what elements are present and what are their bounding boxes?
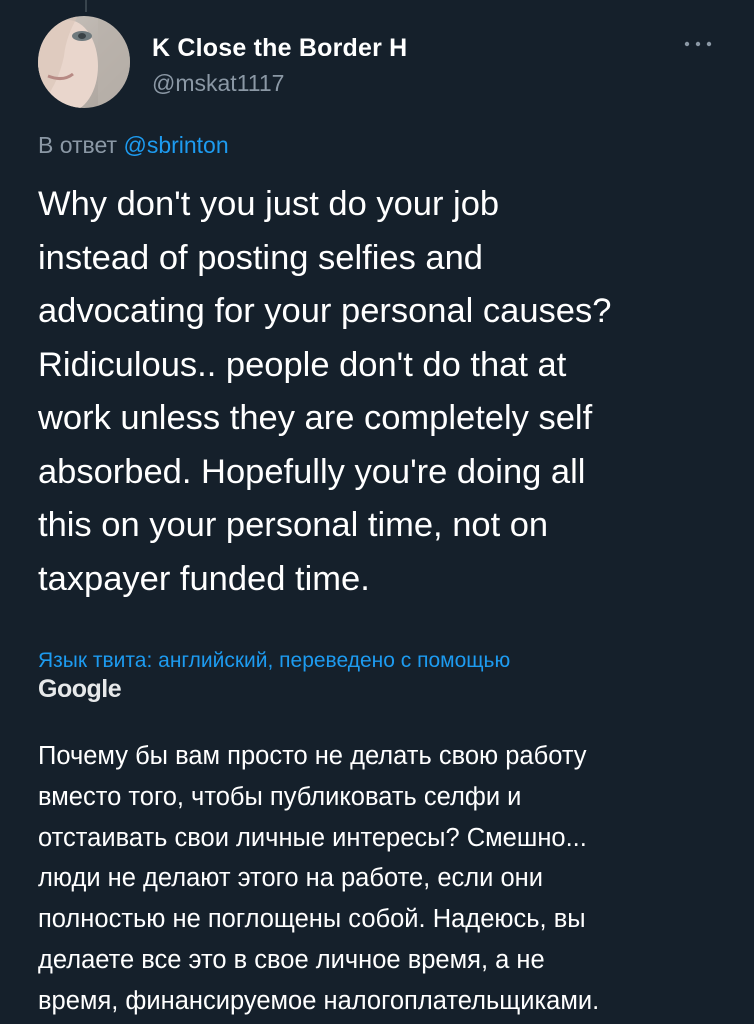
reply-context: В ответ @sbrinton <box>38 132 229 159</box>
author-display-name[interactable]: K Close the Border H <box>152 34 407 63</box>
tweet-text-line: this on your personal time, not on <box>38 506 549 544</box>
google-logo: Google <box>38 675 122 703</box>
translation-source-link[interactable]: Язык твита: английский, переведено с пом… <box>38 649 510 673</box>
tweet-text-line: Ridiculous.. people don't do that at <box>38 345 567 384</box>
tweet-text-line: advocating for your personal causes? <box>38 292 612 330</box>
ellipsis-icon[interactable] <box>680 32 716 56</box>
translated-text-line: вместо того, чтобы публиковать селфи и <box>38 782 522 811</box>
reply-prefix: В ответ <box>38 132 124 158</box>
author-handle[interactable]: @mskat1117 <box>152 70 284 97</box>
tweet-text-line: instead of posting selfies and <box>38 238 483 277</box>
translated-text-line: отстаивать свои личные интересы? Смешно.… <box>38 823 587 852</box>
tweet-text-line: Why don't you just do your job <box>38 185 500 223</box>
thread-connector-line <box>85 0 87 12</box>
translated-text-line: Почему бы вам просто не делать свою рабо… <box>38 742 587 770</box>
profile-photo-icon <box>38 16 130 108</box>
translated-text-line: полностью не поглощены собой. Надеюсь, в… <box>38 905 586 934</box>
reply-to-mention[interactable]: @sbrinton <box>123 132 228 158</box>
translated-text: Почему бы вам просто не делать свою рабо… <box>38 736 738 1022</box>
translated-text-line: делаете все это в свое личное время, а н… <box>38 945 545 974</box>
tweet-text: Why don't you just do your job instead o… <box>38 178 738 606</box>
translated-text-line: люди не делают этого на работе, если они <box>38 864 543 893</box>
tweet-text-line: work unless they are completely self <box>38 399 593 437</box>
translated-text-line: время, финансируемое налогоплательщиками… <box>38 986 600 1015</box>
avatar[interactable] <box>38 16 130 108</box>
tweet-text-line: absorbed. Hopefully you're doing all <box>38 452 586 491</box>
tweet-text-line: taxpayer funded time. <box>38 559 370 598</box>
